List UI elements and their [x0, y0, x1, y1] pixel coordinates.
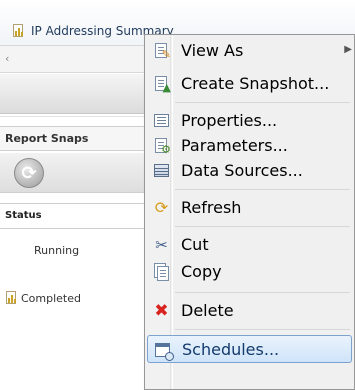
copy-icon: [152, 263, 171, 281]
table-row[interactable]: Completed: [0, 285, 150, 311]
divider: [0, 116, 150, 117]
menu-item-copy[interactable]: Copy: [147, 258, 352, 286]
status-cell: Completed: [21, 291, 81, 305]
snapshot-icon: ▲: [152, 75, 171, 93]
menu-item-delete[interactable]: ✖ Delete: [147, 297, 352, 325]
data-sources-icon: [152, 162, 171, 180]
menu-item-refresh[interactable]: ⟳ Refresh: [147, 194, 352, 222]
menu-item-label: Properties...: [181, 111, 278, 130]
properties-icon: [152, 112, 171, 130]
report-icon: [12, 24, 24, 38]
menu-item-properties[interactable]: Properties...: [147, 107, 352, 135]
parameters-icon: ⚙: [152, 137, 171, 155]
context-menu: ✎ View As ▶ ▲ Create Snapshot... Propert…: [144, 34, 355, 390]
menu-item-schedules[interactable]: Schedules...: [147, 335, 352, 363]
menu-separator: [175, 226, 350, 227]
menu-item-label: Create Snapshot...: [181, 74, 330, 93]
menu-item-parameters[interactable]: ⚙ Parameters...: [147, 132, 352, 160]
menu-item-label: Delete: [181, 301, 234, 320]
status-column-header[interactable]: Status: [0, 203, 150, 229]
menu-separator: [175, 292, 350, 293]
menu-separator: [175, 189, 350, 190]
menu-item-view-as[interactable]: ✎ View As ▶: [147, 37, 352, 65]
refresh-icon: ⟳: [154, 198, 169, 217]
delete-icon: ✖: [154, 301, 169, 321]
refresh-snapshots-button[interactable]: ⟳: [14, 158, 44, 188]
menu-item-data-sources[interactable]: Data Sources...: [147, 157, 352, 185]
snapshot-toolbar: ⟳: [0, 153, 150, 193]
scissors-icon: ✂: [155, 236, 168, 254]
menu-item-label: Cut: [181, 235, 209, 254]
menu-separator: [175, 102, 350, 103]
menu-item-label: Parameters...: [181, 136, 288, 155]
status-cell: Running: [34, 244, 80, 257]
schedules-icon: [153, 341, 174, 361]
menu-separator: [175, 329, 350, 330]
tab-report-snapshots[interactable]: Report Snaps: [0, 126, 150, 151]
report-icon: [5, 291, 17, 305]
menu-item-cut[interactable]: ✂ Cut: [147, 231, 352, 259]
menu-item-label: Schedules...: [182, 340, 280, 359]
toolbar-strip: [0, 74, 150, 114]
menu-item-label: Refresh: [181, 198, 242, 217]
status-column-header-label: Status: [5, 210, 42, 221]
view-as-icon: ✎: [152, 42, 171, 60]
menu-item-label: Data Sources...: [181, 161, 303, 180]
scroll-left-icon[interactable]: ‹: [5, 52, 9, 65]
table-row[interactable]: Running: [0, 244, 150, 270]
menu-item-label: Copy: [181, 262, 222, 281]
menu-item-create-snapshot[interactable]: ▲ Create Snapshot...: [147, 70, 352, 98]
menu-item-label: View As: [181, 41, 244, 60]
tab-report-snapshots-label: Report Snaps: [5, 132, 89, 145]
horizontal-scroll-strip[interactable]: ‹: [0, 45, 150, 73]
submenu-arrow-icon: ▶: [344, 44, 352, 55]
